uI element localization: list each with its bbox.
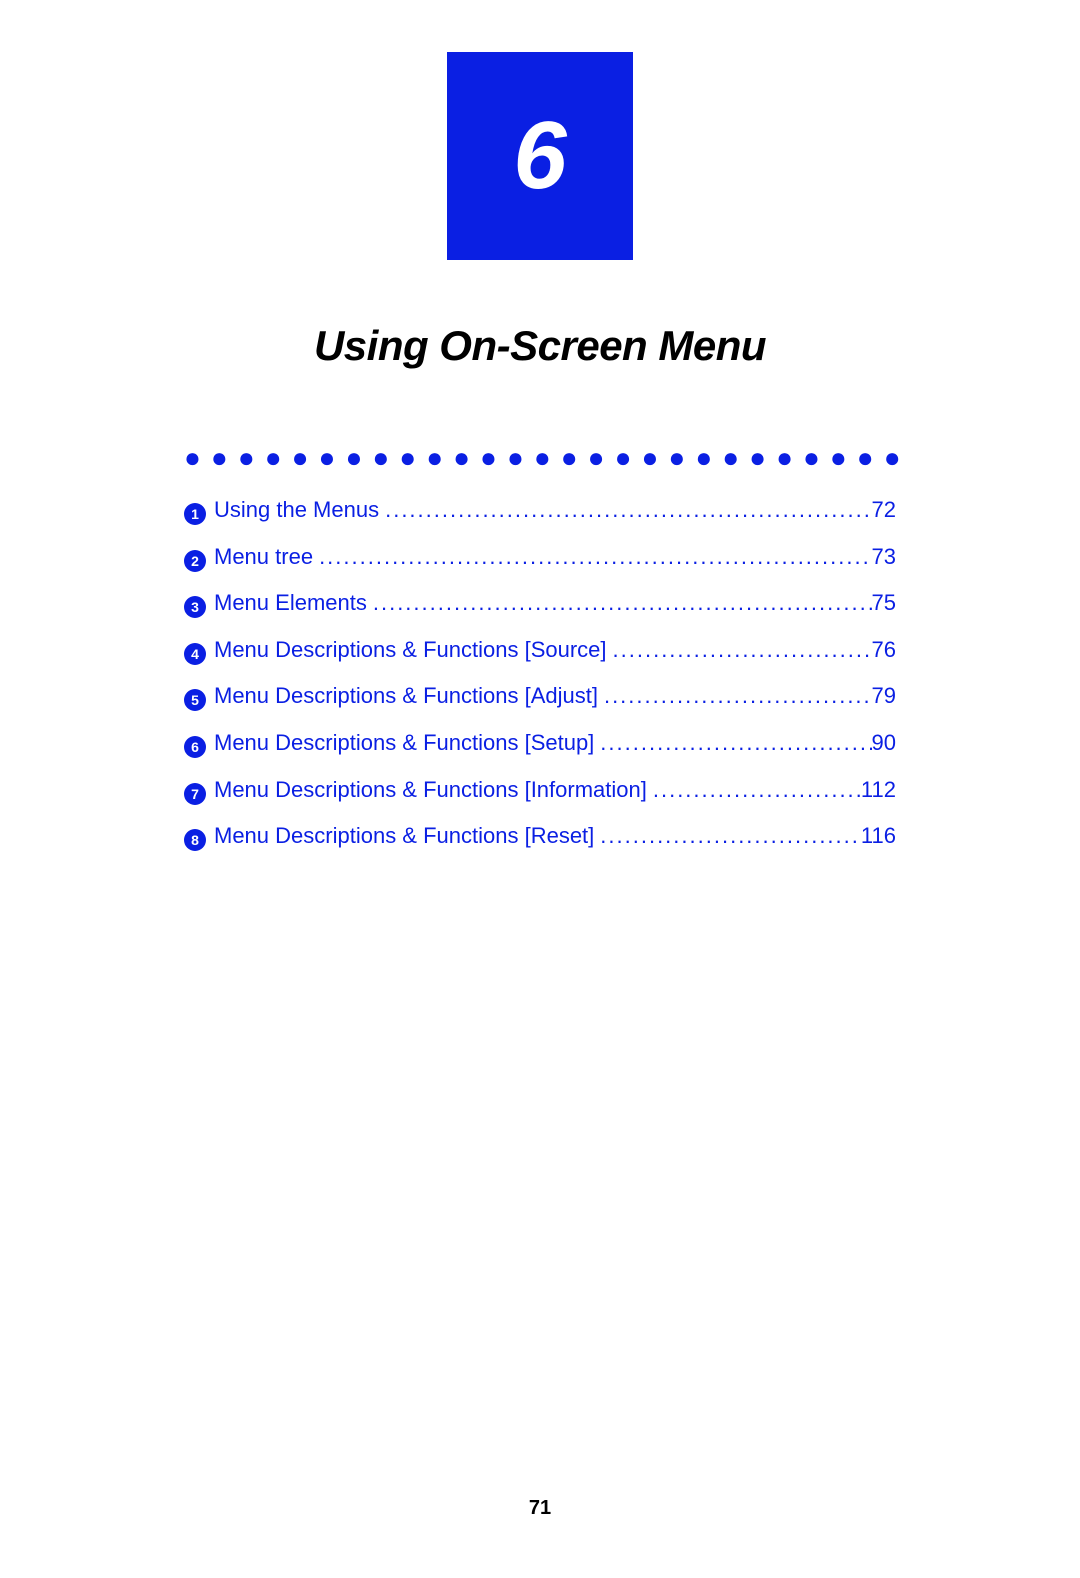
toc-entry[interactable]: 3 Menu Elements 75 [184, 589, 896, 618]
toc-page: 73 [872, 543, 896, 572]
toc-bullet-icon: 4 [184, 643, 206, 665]
toc-leader-dots [598, 682, 872, 711]
toc-title: Menu Descriptions & Functions [Reset] [214, 822, 594, 851]
toc-entry[interactable]: 8 Menu Descriptions & Functions [Reset] … [184, 822, 896, 851]
toc-list: 1 Using the Menus 72 2 Menu tree 73 3 Me… [180, 496, 900, 851]
toc-leader-dots [594, 822, 861, 851]
toc-page: 72 [872, 496, 896, 525]
toc-page: 112 [861, 776, 896, 805]
toc-leader-dots [379, 496, 871, 525]
toc-title: Menu Elements [214, 589, 367, 618]
toc-title: Menu Descriptions & Functions [Adjust] [214, 682, 598, 711]
toc-entry[interactable]: 2 Menu tree 73 [184, 543, 896, 572]
toc-page: 116 [861, 822, 896, 851]
toc-title: Menu Descriptions & Functions [Informati… [214, 776, 647, 805]
toc-page: 90 [872, 729, 896, 758]
toc-title: Using the Menus [214, 496, 379, 525]
toc-bullet-icon: 7 [184, 783, 206, 805]
toc-entry[interactable]: 6 Menu Descriptions & Functions [Setup] … [184, 729, 896, 758]
decorative-dots-row: ●●●●●●●●●●●●●●●●●●●●●●●●●●●●●●●●●●●●●●● [180, 442, 900, 474]
toc-bullet-icon: 5 [184, 689, 206, 711]
toc-page: 79 [872, 682, 896, 711]
toc-page: 75 [872, 589, 896, 618]
toc-container: ●●●●●●●●●●●●●●●●●●●●●●●●●●●●●●●●●●●●●●● … [180, 442, 900, 851]
toc-entry[interactable]: 5 Menu Descriptions & Functions [Adjust]… [184, 682, 896, 711]
toc-bullet-icon: 6 [184, 736, 206, 758]
toc-title: Menu Descriptions & Functions [Setup] [214, 729, 594, 758]
chapter-number-box: 6 [447, 52, 633, 260]
toc-page: 76 [872, 636, 896, 665]
toc-leader-dots [607, 636, 872, 665]
toc-title: Menu Descriptions & Functions [Source] [214, 636, 607, 665]
toc-leader-dots [313, 543, 871, 572]
toc-bullet-icon: 3 [184, 596, 206, 618]
toc-bullet-icon: 8 [184, 829, 206, 851]
toc-title: Menu tree [214, 543, 313, 572]
toc-entry[interactable]: 1 Using the Menus 72 [184, 496, 896, 525]
toc-bullet-icon: 2 [184, 550, 206, 572]
toc-entry[interactable]: 4 Menu Descriptions & Functions [Source]… [184, 636, 896, 665]
chapter-title: Using On-Screen Menu [0, 322, 1080, 370]
page-number: 71 [0, 1497, 1080, 1520]
toc-entry[interactable]: 7 Menu Descriptions & Functions [Informa… [184, 776, 896, 805]
chapter-number: 6 [513, 101, 566, 211]
toc-bullet-icon: 1 [184, 503, 206, 525]
toc-leader-dots [594, 729, 871, 758]
toc-leader-dots [367, 589, 872, 618]
toc-leader-dots [647, 776, 861, 805]
